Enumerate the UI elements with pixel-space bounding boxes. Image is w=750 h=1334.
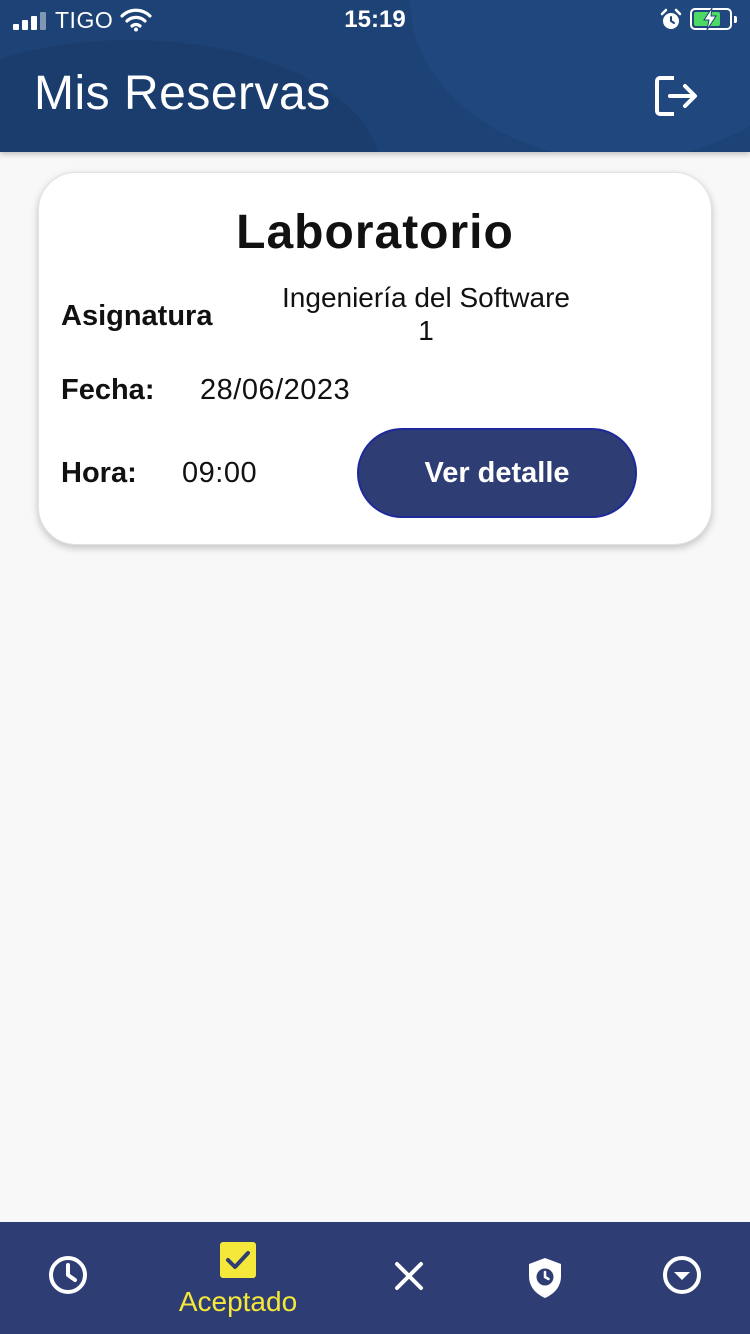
subject-value: Ingeniería del Software 1	[249, 281, 603, 347]
battery-icon	[690, 8, 737, 30]
time-label: Hora:	[61, 457, 137, 489]
logout-icon[interactable]	[652, 74, 700, 118]
tab-more[interactable]	[614, 1222, 750, 1334]
date-value: 28/06/2023	[200, 374, 351, 406]
circle-chevron-down-icon	[663, 1256, 701, 1294]
reservation-title: Laboratorio	[236, 206, 514, 259]
tab-shield[interactable]	[478, 1222, 614, 1334]
bottom-tab-bar: Aceptado	[0, 1222, 750, 1334]
date-label: Fecha:	[61, 374, 155, 406]
status-time: 15:19	[344, 6, 406, 33]
reservation-card: Laboratorio Asignatura Ingeniería del So…	[38, 172, 712, 545]
check-box-icon	[220, 1242, 256, 1278]
clock-icon	[49, 1256, 87, 1294]
close-icon	[395, 1262, 423, 1290]
alarm-icon	[660, 8, 682, 29]
view-detail-button[interactable]: Ver detalle	[357, 428, 637, 518]
app-header: TIGO 15:19 Mis Reservas	[0, 0, 750, 152]
tab-rejected[interactable]	[340, 1222, 478, 1334]
tab-pending[interactable]	[0, 1222, 136, 1334]
subject-label: Asignatura	[61, 300, 213, 332]
shield-clock-icon	[529, 1258, 561, 1298]
status-bar: TIGO 15:19	[0, 0, 750, 40]
time-value: 09:00	[182, 457, 258, 489]
tab-accepted[interactable]: Aceptado	[136, 1222, 340, 1334]
page-title: Mis Reservas	[34, 67, 331, 120]
subject-line-2: 1	[418, 315, 434, 346]
tab-accepted-label: Aceptado	[178, 1286, 298, 1317]
subject-line-1: Ingeniería del Software	[282, 282, 570, 313]
